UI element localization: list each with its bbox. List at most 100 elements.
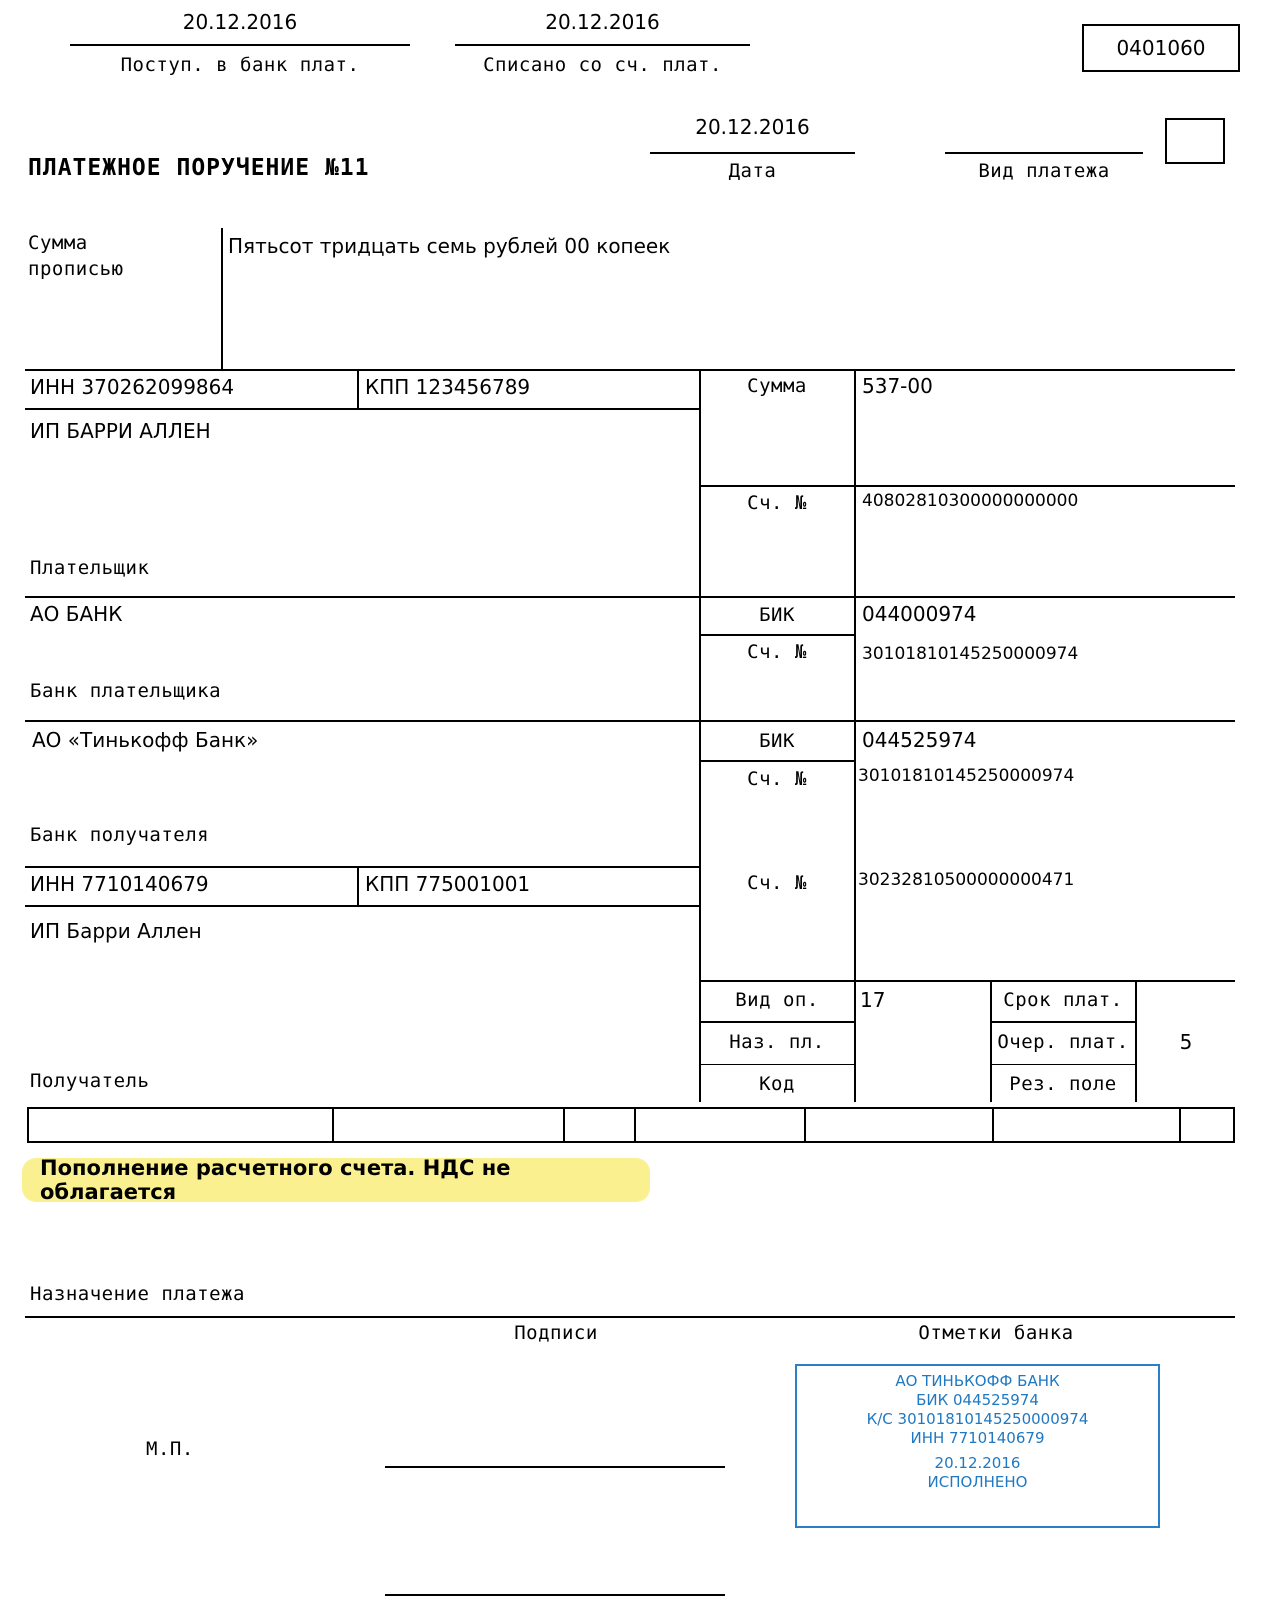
debited-date-underline: [455, 44, 750, 46]
payment-order-document: 20.12.2016 Поступ. в банк плат. 20.12.20…: [0, 0, 1268, 1600]
payee-bank-account-label: Сч. №: [747, 768, 807, 790]
payee-value-col-divider: [854, 866, 856, 981]
payee-bank-account-value: 30101810145250000974: [858, 766, 1075, 786]
received-date-value: 20.12.2016: [182, 10, 298, 34]
payer-bank-bik-label: БИК: [759, 604, 795, 626]
budget-cell-divider-0: [27, 1107, 29, 1143]
budget-cell-divider-1: [332, 1107, 334, 1143]
payer-bank-value-col-divider: [854, 596, 856, 721]
payee-inn-bottom-border: [25, 905, 700, 907]
payee-inn-kpp-divider: [357, 866, 359, 906]
ops-label-value-divider: [854, 980, 856, 1102]
signatures-label: Подписи: [514, 1322, 598, 1344]
naz-pl-bottom-border: [699, 1064, 855, 1065]
budget-cell-divider-6: [1179, 1107, 1181, 1143]
ocher-plat-label: Очер. плат.: [997, 1031, 1129, 1053]
payer-bank-label: Банк плательщика: [30, 680, 222, 702]
budget-cell-divider-7: [1233, 1107, 1235, 1143]
amount-words-label-line1: Сумма: [28, 232, 88, 254]
payee-label: Получатель: [30, 1070, 150, 1092]
amount-words-divider: [221, 228, 223, 371]
vid-op-label: Вид оп.: [735, 989, 819, 1011]
payer-inn: ИНН 370262099864: [30, 375, 235, 399]
payee-kpp: КПП 775001001: [365, 872, 531, 896]
stamp-bank-name: АО ТИНЬКОФФ БАНК: [895, 1372, 1060, 1390]
budget-cell-divider-3: [634, 1107, 636, 1143]
amount-words-value: Пятьсот тридцать семь рублей 00 копеек: [228, 234, 671, 258]
payer-label: Плательщик: [30, 557, 150, 579]
payer-kpp: КПП 123456789: [365, 375, 531, 399]
payer-right-col-divider: [699, 369, 701, 597]
debited-date-label: Списано со сч. плат.: [483, 54, 722, 76]
payee-bank-label: Банк получателя: [30, 824, 210, 846]
doc-date-label: Дата: [728, 160, 777, 182]
form-code-box: 0401060: [1082, 24, 1240, 72]
payer-bank-account-value: 30101810145250000974: [862, 644, 1079, 664]
ocher-plat-value: 5: [1179, 1030, 1193, 1054]
kod-label: Код: [759, 1073, 795, 1095]
received-date-underline: [70, 44, 410, 46]
purpose-label: Назначение платежа: [30, 1283, 245, 1305]
payer-inn-bottom-border: [25, 408, 700, 410]
amount-words-label-line2: прописью: [28, 258, 124, 280]
doc-date-value: 20.12.2016: [695, 115, 810, 139]
purpose-highlight-text: Пополнение расчетного счета. НДС не обла…: [40, 1156, 511, 1204]
vid-op-bottom-border: [699, 1021, 855, 1023]
payer-bank-account-divider: [699, 634, 855, 636]
payer-account-top-border: [699, 485, 1235, 487]
stamp-bik: БИК 044525974: [916, 1391, 1039, 1409]
budget-row-bottom-border: [27, 1141, 1235, 1143]
payer-inn-kpp-divider: [357, 369, 359, 409]
payment-kind-box: [1165, 118, 1225, 164]
payment-kind-label: Вид платежа: [978, 160, 1110, 182]
rez-pole-label: Рез. поле: [1009, 1073, 1117, 1095]
payer-bank-bik-value: 044000974: [862, 602, 977, 626]
ocher-plat-bottom-border: [990, 1064, 1136, 1065]
payee-top-border: [25, 866, 700, 868]
bank-execution-stamp: АО ТИНЬКОФФ БАНК БИК 044525974 К/С 30101…: [795, 1364, 1160, 1528]
payer-amount-label: Сумма: [747, 375, 807, 397]
srok-plat-label: Срок плат.: [1003, 989, 1123, 1011]
naz-pl-label: Наз. пл.: [729, 1031, 825, 1053]
vid-op-value: 17: [860, 988, 886, 1012]
payee-bank-name: АО «Тинькофф Банк»: [32, 728, 259, 752]
payer-name: ИП БАРРИ АЛЛЕН: [30, 419, 211, 443]
payer-bank-top-border: [25, 596, 1235, 598]
stamp-date: 20.12.2016: [934, 1454, 1021, 1472]
stamp-inn: ИНН 7710140679: [910, 1429, 1045, 1447]
payer-bank-name: АО БАНК: [30, 602, 123, 626]
budget-cell-divider-5: [992, 1107, 994, 1143]
payee-bank-bik-label: БИК: [759, 730, 795, 752]
form-code-value: 0401060: [1116, 36, 1206, 60]
budget-cell-divider-2: [563, 1107, 565, 1143]
payee-bank-value-col-divider: [854, 720, 856, 868]
payee-inn: ИНН 7710140679: [30, 872, 209, 896]
payer-amount-value: 537-00: [862, 374, 933, 398]
signature-line-2: [385, 1594, 725, 1596]
payer-bank-account-label: Сч. №: [747, 641, 807, 663]
payer-account-label: Сч. №: [747, 492, 807, 514]
payment-kind-underline: [945, 152, 1143, 154]
payer-top-border: [25, 369, 1235, 371]
signature-line-1: [385, 1466, 725, 1468]
payee-account-label: Сч. №: [747, 872, 807, 894]
budget-row-top-border: [27, 1107, 1235, 1109]
purpose-bottom-border: [25, 1316, 1235, 1318]
budget-cell-divider-4: [804, 1107, 806, 1143]
bank-marks-label: Отметки банка: [918, 1322, 1074, 1344]
srok-plat-bottom-border: [990, 1021, 1136, 1023]
payee-account-value: 30232810500000000471: [858, 870, 1075, 890]
doc-date-underline: [650, 152, 855, 154]
payee-bank-bik-value: 044525974: [862, 728, 977, 752]
stamp-correspondent-account: К/С 30101810145250000974: [866, 1410, 1089, 1428]
stamp-place-label: М.П.: [146, 1438, 194, 1460]
payer-account-value: 40802810300000000000: [862, 491, 1079, 511]
ops-top-border: [699, 980, 1235, 982]
payee-bank-account-divider: [699, 760, 855, 762]
purpose-highlight-note: Пополнение расчетного счета. НДС не обла…: [22, 1156, 650, 1204]
received-date-label: Поступ. в банк плат.: [120, 54, 360, 76]
payee-bank-top-border: [25, 720, 1235, 722]
payer-value-col-divider: [854, 369, 856, 597]
stamp-status: ИСПОЛНЕНО: [927, 1473, 1028, 1491]
page-title: ПЛАТЕЖНОЕ ПОРУЧЕНИЕ №11: [28, 155, 370, 181]
